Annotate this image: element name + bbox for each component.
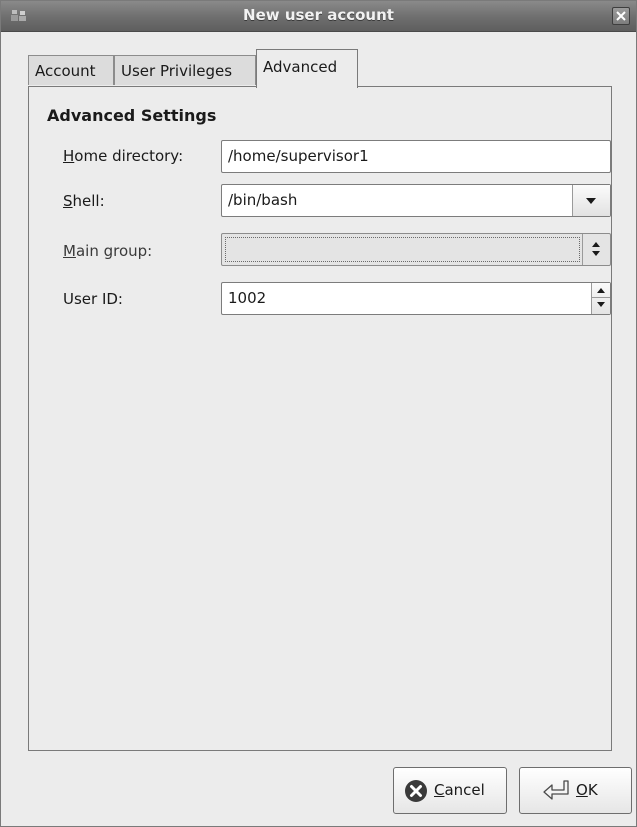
shell-value: /bin/bash	[228, 191, 298, 209]
user-id-spin-buttons	[591, 283, 610, 314]
tab-account-label: Account	[35, 62, 96, 80]
arrow-up-icon	[592, 242, 600, 247]
cancel-label-text: ancel	[444, 781, 485, 799]
arrow-up-icon	[597, 288, 605, 293]
section-title: Advanced Settings	[47, 106, 217, 125]
tab-user-privileges[interactable]: User Privileges	[114, 55, 256, 85]
home-directory-mnemonic: H	[63, 147, 75, 165]
home-directory-value: /home/supervisor1	[228, 147, 369, 165]
ok-button[interactable]: OK	[519, 767, 632, 814]
home-directory-label-text: ome directory:	[74, 147, 184, 165]
main-group-select-arrows[interactable]	[582, 234, 610, 265]
arrow-down-icon	[592, 251, 600, 256]
tab-user-privileges-label: User Privileges	[121, 62, 233, 80]
tab-account[interactable]: Account	[28, 55, 114, 85]
home-directory-label: Home directory:	[63, 147, 183, 165]
user-id-spinbutton[interactable]: 1002	[221, 282, 611, 315]
cancel-button-label: Cancel	[434, 781, 485, 799]
shell-label-text: hell:	[72, 192, 105, 210]
cancel-icon	[405, 780, 427, 802]
home-directory-input[interactable]: /home/supervisor1	[221, 140, 611, 173]
main-group-select[interactable]	[221, 233, 611, 266]
cancel-button[interactable]: Cancel	[393, 767, 507, 814]
arrow-down-icon	[597, 302, 605, 307]
ok-icon	[543, 780, 569, 800]
ok-button-label: OK	[576, 781, 598, 799]
shell-mnemonic: S	[63, 192, 73, 210]
tab-advanced[interactable]: Advanced	[256, 49, 358, 88]
main-group-mnemonic: M	[63, 242, 76, 260]
shell-dropdown-button[interactable]	[572, 185, 610, 216]
user-id-value: 1002	[228, 289, 267, 307]
shell-label: Shell:	[63, 192, 105, 210]
main-group-label-text: ain group:	[75, 242, 153, 260]
cancel-mnemonic: C	[434, 781, 445, 799]
main-group-label: Main group:	[63, 242, 152, 260]
close-button[interactable]	[612, 7, 630, 25]
close-icon	[616, 11, 626, 21]
user-id-label: User ID:	[63, 290, 123, 308]
ok-mnemonic: O	[576, 781, 588, 799]
focus-ring	[225, 237, 580, 262]
title-bar[interactable]: New user account	[1, 1, 636, 32]
ok-label-text: K	[587, 781, 598, 799]
shell-combo[interactable]: /bin/bash	[221, 184, 611, 217]
window-title: New user account	[243, 6, 394, 24]
chevron-down-icon	[586, 198, 596, 204]
dialog-window: New user account Account User Privileges…	[0, 0, 637, 827]
tab-advanced-label: Advanced	[263, 58, 338, 76]
